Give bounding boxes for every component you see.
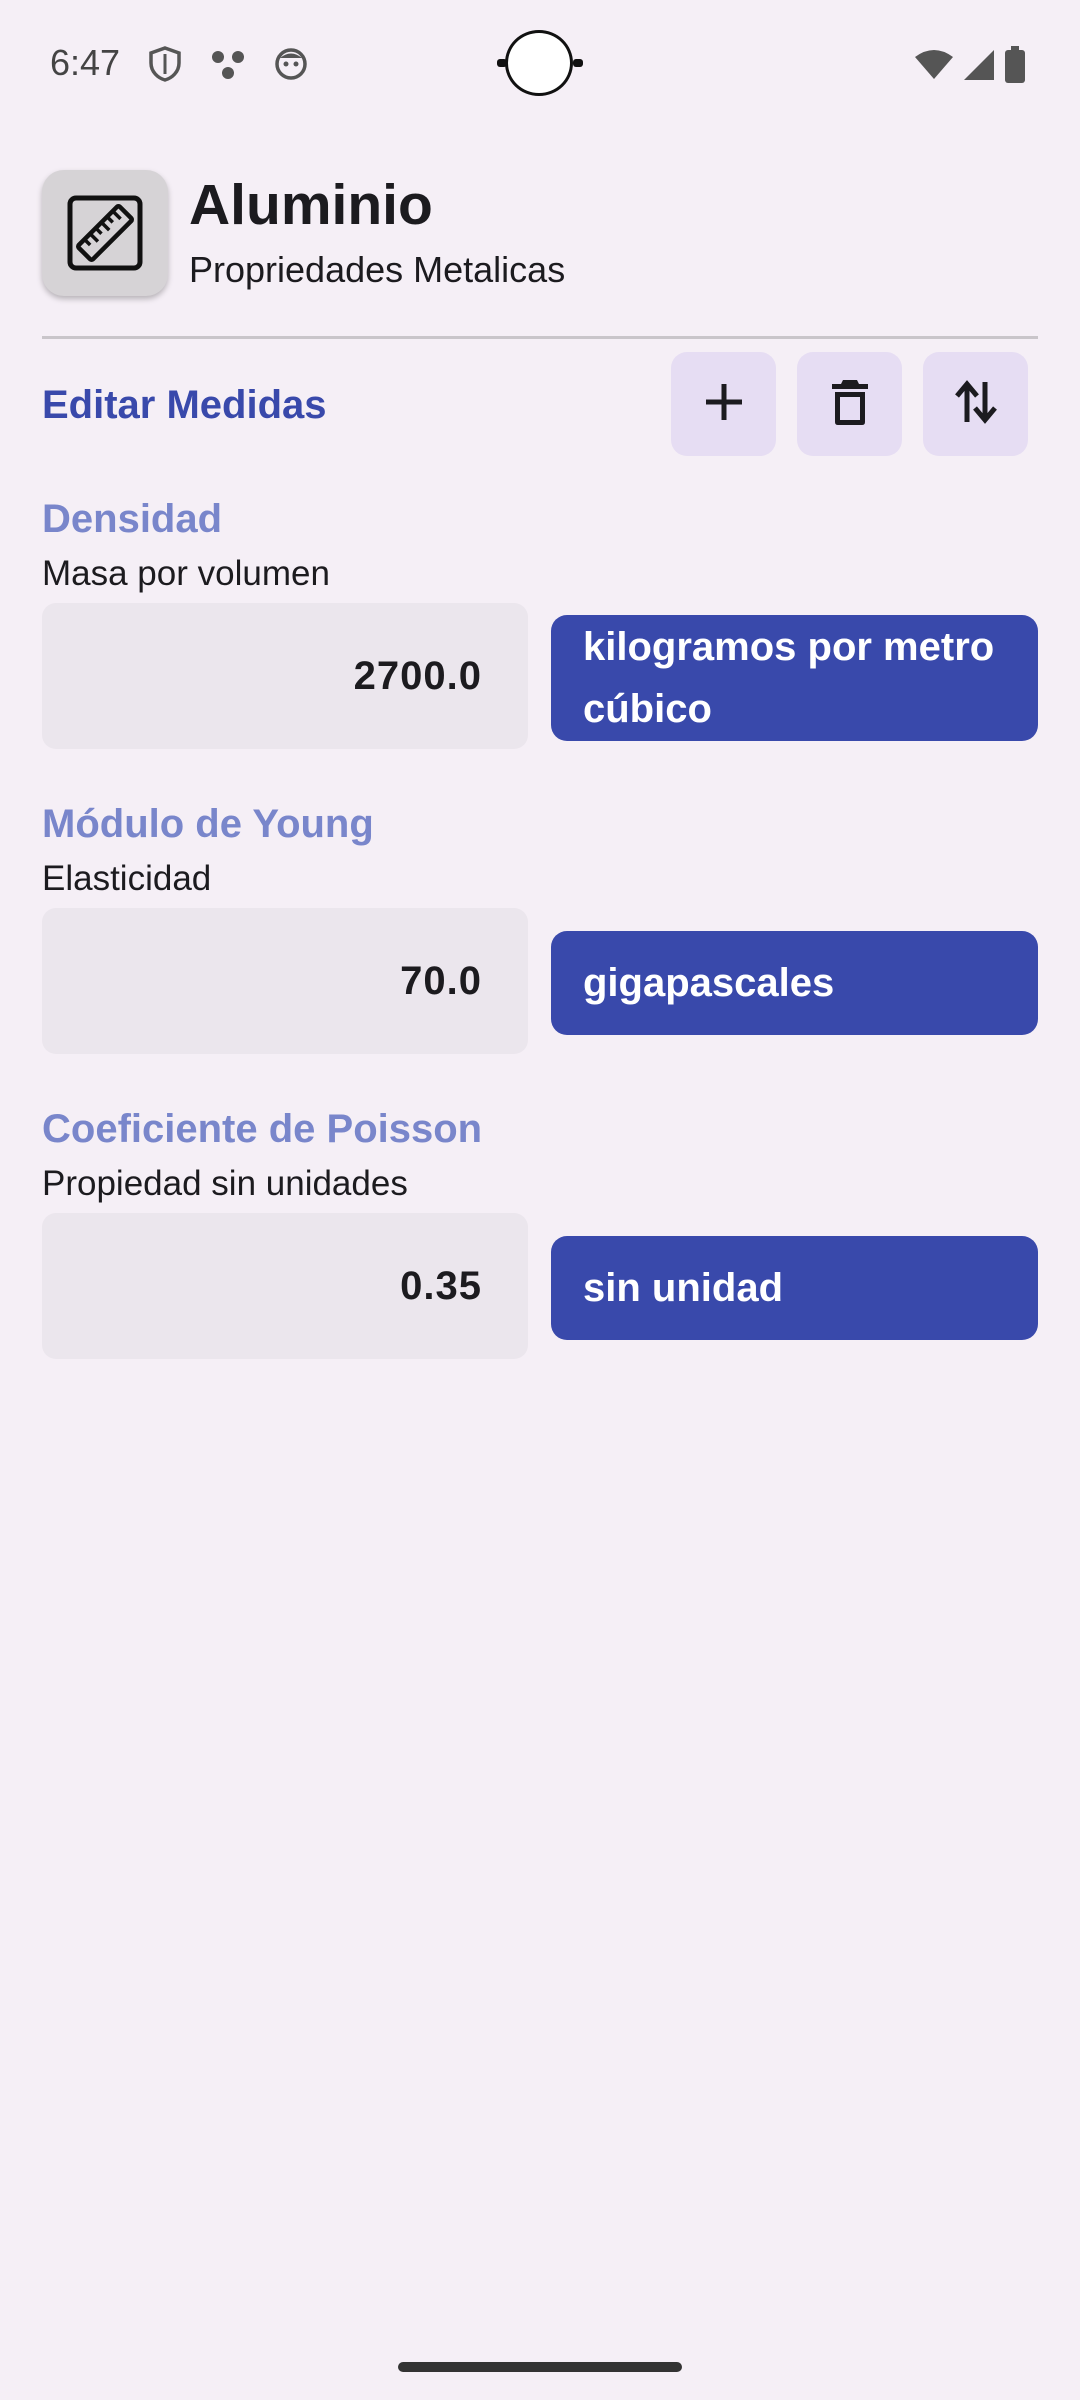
material-title: Aluminio	[189, 173, 433, 237]
measure-description: Propiedad sin unidades	[42, 1164, 408, 1203]
material-subtitle: Propriedades Metalicas	[189, 249, 566, 290]
add-icon	[702, 380, 746, 429]
measure-value-field[interactable]: 70.0	[42, 908, 528, 1054]
delete-measure-button[interactable]	[797, 352, 902, 456]
signal-icon	[962, 48, 996, 87]
reorder-measures-button[interactable]	[923, 352, 1028, 456]
wifi-icon	[914, 49, 954, 86]
header-divider	[42, 336, 1038, 339]
face-icon	[274, 47, 308, 86]
delete-icon	[830, 378, 870, 431]
measure-unit-button[interactable]: kilogramos por metro cúbico	[551, 615, 1038, 741]
measure-item: Coeficiente de Poisson Propiedad sin uni…	[42, 1104, 1038, 1364]
measure-name: Densidad	[42, 497, 223, 541]
status-time: 6:47	[50, 42, 121, 83]
camera-cutout	[505, 30, 573, 96]
swap-vertical-icon	[954, 378, 998, 431]
battery-icon	[1004, 46, 1026, 89]
measure-description: Masa por volumen	[42, 554, 330, 593]
measure-name: Coeficiente de Poisson	[42, 1107, 483, 1151]
edit-measures-title: Editar Medidas	[42, 383, 327, 427]
ruler-icon	[42, 170, 168, 296]
shield-icon	[148, 46, 182, 87]
measure-name: Módulo de Young	[42, 802, 374, 846]
measure-value-field[interactable]: 0.35	[42, 1213, 528, 1359]
status-bar: 6:47	[0, 0, 1080, 130]
dots-icon	[210, 48, 246, 85]
status-right-icons	[914, 46, 1026, 89]
measure-value-field[interactable]: 2700.0	[42, 603, 528, 749]
add-measure-button[interactable]	[671, 352, 776, 456]
measure-unit-button[interactable]: gigapascales	[551, 931, 1038, 1035]
camera-sensor-right	[573, 59, 583, 67]
status-left-icons	[148, 46, 308, 87]
measure-description: Elasticidad	[42, 859, 212, 898]
measure-item: Densidad Masa por volumen 2700.0 kilogra…	[42, 494, 1038, 754]
home-indicator[interactable]	[398, 2362, 682, 2372]
measure-item: Módulo de Young Elasticidad 70.0 gigapas…	[42, 799, 1038, 1059]
app-header: Aluminio Propriedades Metalicas	[42, 170, 1038, 298]
measure-unit-button[interactable]: sin unidad	[551, 1236, 1038, 1340]
